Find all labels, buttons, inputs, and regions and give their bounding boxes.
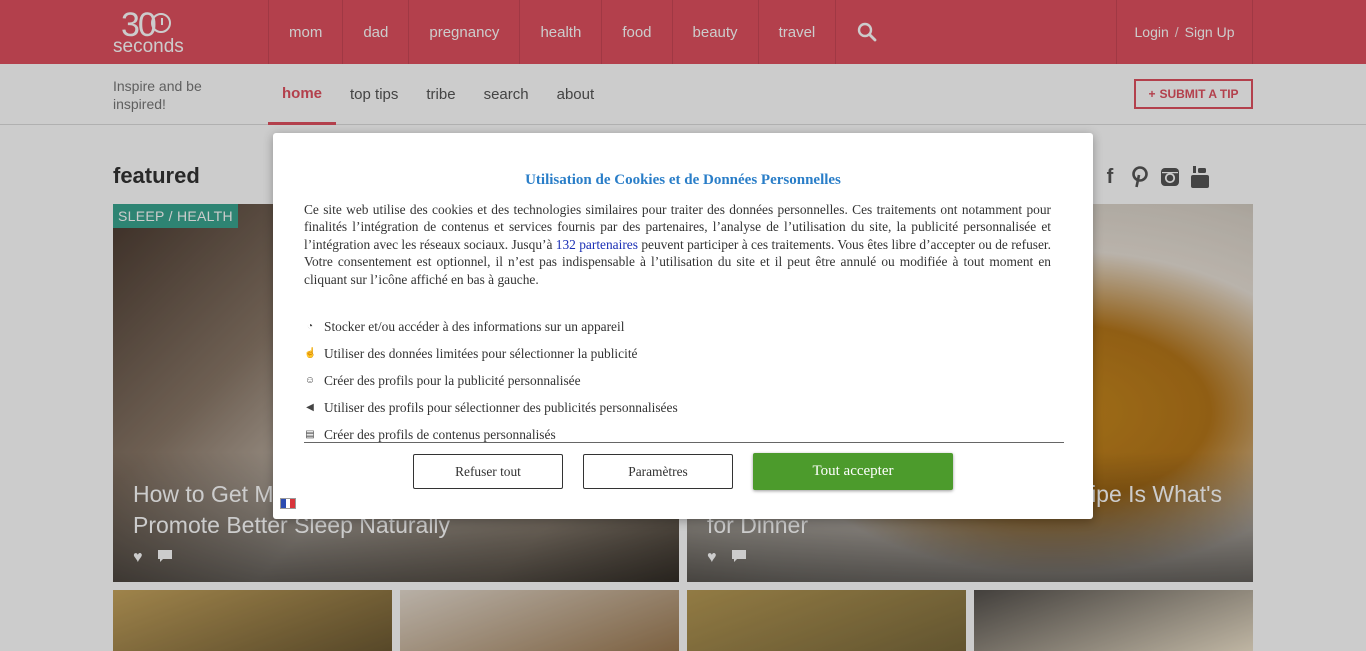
device-icon: ◔ bbox=[306, 321, 314, 332]
purpose-item: ☝ Utiliser des données limitées pour sél… bbox=[304, 340, 1064, 367]
purpose-item: ☺ Créer des profils pour la publicité pe… bbox=[304, 367, 1064, 394]
accept-all-button[interactable]: Tout accepter bbox=[753, 453, 953, 490]
hand-icon: ☝ bbox=[304, 348, 317, 359]
purpose-item: ◔ Stocker et/ou accéder à des informatio… bbox=[304, 313, 1064, 340]
cookie-consent-dialog: Utilisation de Cookies et de Données Per… bbox=[273, 133, 1093, 519]
refuse-all-button[interactable]: Refuser tout bbox=[413, 454, 563, 489]
purpose-item: ◀ Utiliser des profils pour sélectionner… bbox=[304, 394, 1064, 421]
purpose-label: Utiliser des profils pour sélectionner d… bbox=[324, 399, 678, 415]
purpose-label: Stocker et/ou accéder à des informations… bbox=[324, 318, 625, 334]
language-flag-icon[interactable] bbox=[280, 498, 296, 509]
purpose-item: ▤ Créer des profils de contenus personna… bbox=[304, 421, 1064, 448]
dialog-body: Ce site web utilise des cookies et des t… bbox=[304, 201, 1051, 288]
dialog-title: Utilisation de Cookies et de Données Per… bbox=[525, 172, 841, 188]
purpose-label: Créer des profils pour la publicité pers… bbox=[324, 372, 581, 388]
purpose-label: Créer des profils de contenus personnali… bbox=[324, 426, 556, 442]
settings-button[interactable]: Paramètres bbox=[583, 454, 733, 489]
megaphone-icon: ◀ bbox=[306, 402, 314, 413]
purpose-list[interactable]: ◔ Stocker et/ou accéder à des informatio… bbox=[304, 313, 1064, 443]
content-icon: ▤ bbox=[305, 429, 315, 440]
profile-icon: ☺ bbox=[304, 375, 316, 386]
purpose-label: Utiliser des données limitées pour sélec… bbox=[324, 345, 638, 361]
partners-link[interactable]: 132 partenaires bbox=[556, 237, 638, 252]
